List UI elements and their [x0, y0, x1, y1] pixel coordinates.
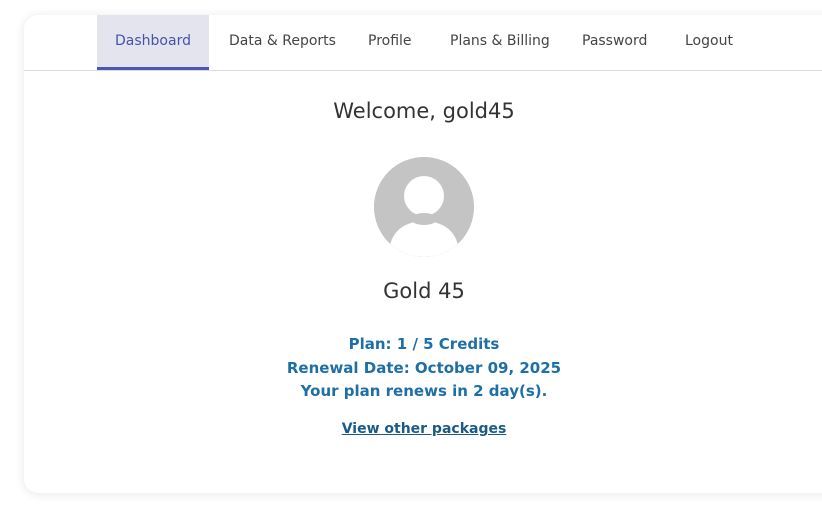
tab-data-reports[interactable]: Data & Reports: [229, 15, 336, 70]
packages-link-wrapper: View other packages: [24, 421, 822, 437]
user-avatar-icon: [374, 157, 474, 257]
tab-dashboard[interactable]: Dashboard: [97, 15, 209, 70]
tab-plans-billing[interactable]: Plans & Billing: [450, 15, 550, 70]
tab-profile[interactable]: Profile: [368, 15, 412, 70]
renewal-date: Renewal Date: October 09, 2025: [286, 358, 562, 377]
default-user-avatar-icon: [374, 157, 474, 257]
view-other-packages-link[interactable]: View other packages: [342, 421, 507, 437]
tab-logout[interactable]: Logout: [685, 15, 733, 70]
tab-password[interactable]: Password: [582, 15, 647, 70]
user-display-name: Gold 45: [383, 279, 465, 303]
renewal-countdown: Your plan renews in 2 day(s).: [300, 382, 548, 400]
plan-info: Plan: 1 / 5 Credits Renewal Date: Octobe…: [24, 333, 822, 404]
plan-credits: Plan: 1 / 5 Credits: [348, 335, 500, 353]
dashboard-card: Dashboard Data & Reports Profile Plans &…: [24, 15, 822, 493]
nav-tabs: Dashboard Data & Reports Profile Plans &…: [24, 15, 822, 71]
welcome-heading: Welcome, gold45: [333, 99, 515, 123]
